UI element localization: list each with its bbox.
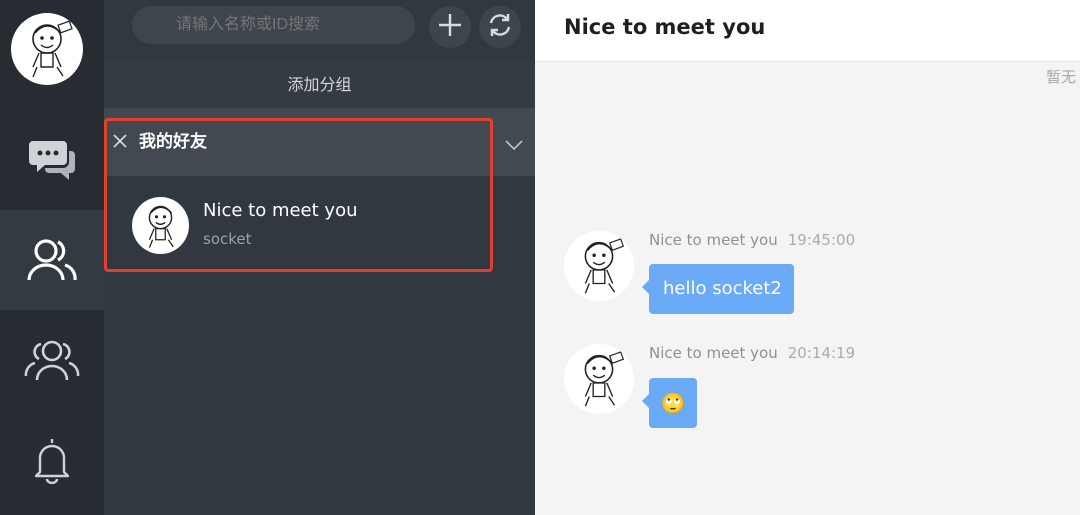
message-avatar[interactable]	[564, 231, 634, 301]
nav-contacts[interactable]	[0, 210, 104, 310]
refresh-button[interactable]	[479, 6, 521, 48]
message-bubble[interactable]: hello socket2	[642, 264, 794, 314]
bell-icon	[32, 436, 72, 484]
nav-notifications[interactable]	[0, 410, 104, 510]
message-sender: Nice to meet you	[649, 344, 778, 362]
chat-title: Nice to meet you	[564, 15, 766, 39]
nav-rail	[0, 0, 104, 515]
contacts-icon	[26, 237, 78, 283]
chat-area: Nice to meet you 暂无 Nice to meet you 19:4…	[535, 0, 1080, 515]
add-button[interactable]	[429, 6, 471, 48]
message-text: hello socket2	[663, 278, 782, 299]
chat-header: Nice to meet you	[535, 0, 1080, 62]
chevron-down-icon[interactable]	[505, 136, 523, 155]
message-time: 20:14:19	[787, 344, 856, 362]
message-bubble[interactable]: 🙄	[642, 378, 697, 428]
group-header[interactable]: 我的好友	[104, 108, 535, 176]
chat-icon	[27, 137, 77, 183]
refresh-icon	[487, 12, 513, 42]
group-name: 我的好友	[139, 132, 207, 152]
user-avatar[interactable]	[11, 13, 83, 85]
message-avatar[interactable]	[564, 344, 634, 414]
message-text: 🙄	[660, 391, 686, 415]
contact-panel: 添加分组 我的好友 Nice to meet you	[104, 0, 535, 515]
friend-subtitle: socket	[203, 230, 252, 248]
friend-avatar	[132, 197, 189, 254]
groups-icon	[23, 338, 81, 382]
friend-list-item[interactable]: Nice to meet you socket	[104, 176, 535, 272]
message-meta: Nice to meet you 20:14:19	[649, 344, 855, 362]
message-time: 19:45:00	[787, 231, 856, 249]
search-input[interactable]	[132, 6, 415, 44]
message-sender: Nice to meet you	[649, 231, 778, 249]
plus-icon	[438, 13, 462, 41]
friend-name: Nice to meet you	[203, 200, 358, 221]
close-icon[interactable]	[112, 133, 128, 153]
add-group-button[interactable]: 添加分组	[104, 62, 535, 108]
nav-groups[interactable]	[0, 310, 104, 410]
nav-chat[interactable]	[0, 110, 104, 210]
no-more-messages: 暂无	[1046, 68, 1077, 86]
message-meta: Nice to meet you 19:45:00	[649, 231, 855, 249]
